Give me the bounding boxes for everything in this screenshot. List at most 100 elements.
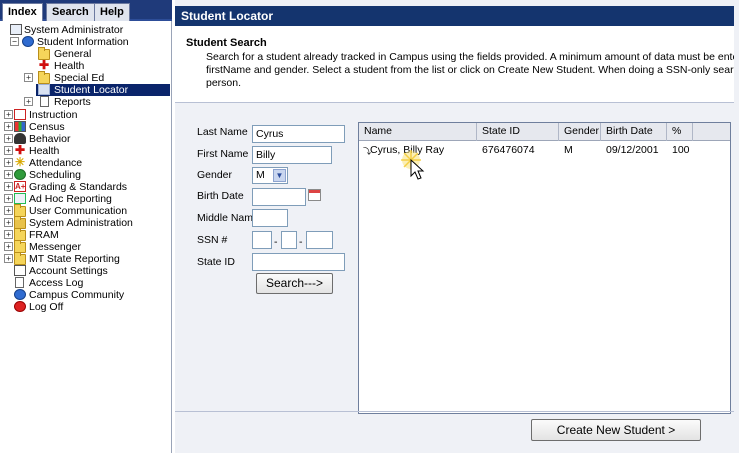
tree-item-label: Special Ed bbox=[54, 72, 105, 84]
tree-item-log-off[interactable]: Log Off bbox=[2, 301, 170, 313]
tree-item-label: General bbox=[54, 48, 92, 60]
tree-item-account-settings[interactable]: Account Settings bbox=[2, 265, 170, 277]
ssn-part2-field[interactable] bbox=[281, 231, 297, 249]
ssn-part3-field[interactable] bbox=[306, 231, 333, 249]
expand-icon[interactable]: + bbox=[4, 110, 13, 119]
tree-item-health[interactable]: + ✚ Health bbox=[2, 144, 170, 157]
collapse-icon[interactable]: − bbox=[10, 37, 19, 46]
state-id-field[interactable] bbox=[252, 253, 345, 271]
birth-date-field[interactable] bbox=[252, 188, 306, 206]
column-header-birth-date[interactable]: Birth Date bbox=[601, 123, 667, 141]
divider bbox=[175, 411, 739, 412]
expand-icon[interactable]: + bbox=[4, 254, 13, 263]
tree-item-label: Campus Community bbox=[29, 289, 125, 301]
tree-item-special-ed[interactable]: + Special Ed bbox=[2, 71, 170, 84]
search-button[interactable]: Search---> bbox=[256, 273, 333, 294]
tree-item-label: Attendance bbox=[29, 157, 83, 169]
search-info-panel: Student Search Search for a student alre… bbox=[175, 26, 739, 102]
expand-icon[interactable]: + bbox=[4, 170, 13, 179]
scheduling-icon bbox=[14, 169, 26, 180]
percent-cell: 100 bbox=[672, 144, 690, 156]
logoff-icon bbox=[14, 301, 26, 312]
expand-icon[interactable]: + bbox=[4, 242, 13, 251]
gender-label: Gender bbox=[197, 169, 233, 181]
gender-select[interactable]: M ▼ bbox=[252, 167, 288, 184]
tree-item-user-communication[interactable]: + User Communication bbox=[2, 204, 170, 217]
tree-item-ad-hoc-reporting[interactable]: + Ad Hoc Reporting bbox=[2, 193, 170, 205]
document-icon bbox=[15, 277, 24, 288]
tree-item-system-administration[interactable]: + System Administration bbox=[2, 216, 170, 229]
expand-icon[interactable]: + bbox=[4, 218, 13, 227]
ssn-part1-field[interactable] bbox=[252, 231, 272, 249]
census-icon bbox=[14, 121, 26, 132]
tree-item-behavior[interactable]: + Behavior bbox=[2, 133, 170, 145]
tree-item-instruction[interactable]: + Instruction bbox=[2, 109, 170, 121]
tree-item-grading-standards[interactable]: + A+ Grading & Standards bbox=[2, 181, 170, 193]
expand-icon[interactable]: + bbox=[4, 134, 13, 143]
tree-item-general[interactable]: General bbox=[2, 47, 170, 60]
tree-item-label: Reports bbox=[54, 96, 91, 108]
section-title: Student Search bbox=[186, 37, 267, 49]
tree-item-label: Census bbox=[29, 121, 65, 133]
calendar-icon[interactable] bbox=[308, 189, 321, 201]
last-name-label: Last Name bbox=[197, 126, 248, 138]
expand-icon[interactable]: + bbox=[24, 97, 33, 106]
expand-icon[interactable]: + bbox=[4, 230, 13, 239]
tree-item-fram[interactable]: + FRAM bbox=[2, 228, 170, 241]
middle-name-field[interactable] bbox=[252, 209, 288, 227]
last-name-field[interactable] bbox=[252, 125, 345, 143]
first-name-field[interactable] bbox=[252, 146, 332, 164]
tree-item-system-administrator[interactable]: System Administrator bbox=[2, 24, 170, 36]
column-header-gender[interactable]: Gender bbox=[559, 123, 601, 141]
folder-icon bbox=[38, 71, 50, 84]
gender-cell: M bbox=[564, 144, 573, 156]
tree-item-census[interactable]: + Census bbox=[2, 121, 170, 133]
expand-icon[interactable]: + bbox=[24, 73, 33, 82]
mouse-cursor-icon bbox=[401, 150, 431, 180]
main-content: Student Locator Student Search Search fo… bbox=[175, 0, 739, 453]
gender-value: M bbox=[256, 169, 265, 181]
instruction-icon bbox=[14, 109, 26, 120]
tree-item-access-log[interactable]: Access Log bbox=[2, 277, 170, 289]
create-new-student-button[interactable]: Create New Student > bbox=[531, 419, 701, 441]
tree-item-health-sub[interactable]: ✚ Health bbox=[2, 59, 170, 72]
expand-icon[interactable]: + bbox=[4, 182, 13, 191]
middle-name-label: Middle Name bbox=[197, 212, 259, 224]
tree-item-reports[interactable]: + Reports bbox=[2, 96, 170, 108]
expand-icon[interactable]: + bbox=[4, 146, 13, 155]
tree-item-attendance[interactable]: + ✳ Attendance bbox=[2, 156, 170, 169]
tree-item-label: Access Log bbox=[29, 277, 84, 289]
school-icon bbox=[10, 24, 22, 35]
tree-item-label: Log Off bbox=[29, 301, 64, 313]
tab-help[interactable]: Help bbox=[94, 3, 130, 21]
column-header-percent[interactable]: % bbox=[667, 123, 693, 141]
tree-item-messenger[interactable]: + Messenger bbox=[2, 240, 170, 253]
expand-icon[interactable]: + bbox=[4, 194, 13, 203]
column-header-name[interactable]: Name bbox=[359, 123, 477, 141]
community-icon bbox=[14, 289, 26, 300]
tree-item-label: Student Locator bbox=[54, 84, 129, 96]
tree-item-student-information[interactable]: − Student Information bbox=[2, 36, 170, 48]
tree-item-scheduling[interactable]: + Scheduling bbox=[2, 169, 170, 181]
divider bbox=[175, 102, 739, 103]
instruction-line: firstName and gender. Select a student f… bbox=[206, 64, 739, 76]
tree-item-student-locator[interactable]: Student Locator bbox=[36, 84, 170, 96]
expand-icon[interactable]: + bbox=[4, 206, 13, 215]
birth-date-cell: 09/12/2001 bbox=[606, 144, 659, 156]
nav-tab-bar: Index Search Help bbox=[0, 0, 172, 21]
grading-icon: A+ bbox=[14, 181, 26, 192]
account-icon bbox=[14, 265, 26, 276]
tab-index[interactable]: Index bbox=[2, 3, 43, 21]
expand-icon[interactable]: + bbox=[4, 122, 13, 131]
chevron-down-icon[interactable]: ▼ bbox=[273, 169, 286, 182]
tab-search[interactable]: Search bbox=[46, 3, 95, 21]
tree-item-label: Messenger bbox=[29, 241, 81, 253]
tree-item-campus-community[interactable]: Campus Community bbox=[2, 289, 170, 301]
locator-icon bbox=[38, 84, 50, 95]
tree-item-label: Scheduling bbox=[29, 169, 81, 181]
expand-icon[interactable]: + bbox=[4, 158, 13, 167]
tree-item-label: Instruction bbox=[29, 109, 78, 121]
tree-item-mt-state-reporting[interactable]: + MT State Reporting bbox=[2, 252, 170, 265]
search-instructions: Search for a student already tracked in … bbox=[206, 51, 739, 90]
column-header-state-id[interactable]: State ID bbox=[477, 123, 559, 141]
